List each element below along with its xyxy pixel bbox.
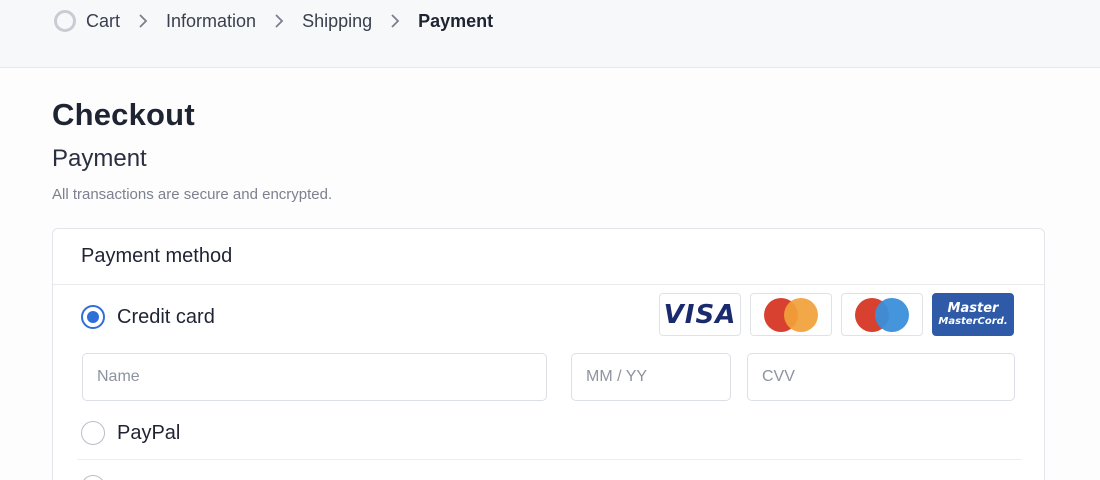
top-bar: Cart Information Shipping Payment [0, 0, 1100, 68]
cvv-field[interactable] [747, 353, 1015, 401]
breadcrumb-item-shipping[interactable]: Shipping [302, 11, 372, 32]
chevron-right-icon [138, 14, 148, 28]
maestro-logo [841, 293, 923, 336]
mastercard-circles [764, 297, 818, 332]
chevron-right-icon [390, 14, 400, 28]
page-title: Checkout [52, 97, 195, 132]
credit-card-option[interactable]: Credit card [81, 305, 215, 329]
next-payment-option[interactable] [81, 475, 105, 480]
mastercard-logo [750, 293, 832, 336]
maestro-blue-circle [875, 297, 909, 332]
breadcrumb-item-payment: Payment [418, 10, 494, 31]
name-field[interactable] [82, 353, 547, 401]
maestro-circles [855, 297, 909, 332]
security-note: All transactions are secure and encrypte… [52, 186, 333, 203]
brand-line-2: MasterCord. [938, 315, 1008, 327]
section-title: Payment [52, 145, 147, 172]
breadcrumb-item-cart[interactable]: Cart [86, 11, 120, 32]
option-divider [77, 459, 1022, 460]
paypal-option[interactable]: PayPal [81, 421, 180, 445]
paypal-radio[interactable] [81, 421, 105, 445]
credit-card-label[interactable]: Credit card [117, 306, 215, 329]
mastercard-wordmark-logo: Master MasterCord. [932, 293, 1014, 336]
logo-icon [54, 10, 76, 32]
paypal-label[interactable]: PayPal [117, 422, 180, 445]
breadcrumb: Cart Information Shipping Payment [54, 8, 493, 34]
payment-method-header: Payment method [53, 229, 1044, 285]
expiry-field[interactable] [571, 353, 731, 401]
card-brands: VISA Master MasterCord. [659, 293, 1014, 336]
next-option-radio[interactable] [81, 475, 105, 480]
credit-card-radio[interactable] [81, 305, 105, 329]
visa-logo: VISA [659, 293, 741, 336]
brand-line-1: Master [947, 300, 999, 316]
chevron-right-icon [274, 14, 284, 28]
payment-method-card: Payment method Credit card VISA Master M… [52, 228, 1045, 480]
visa-wordmark: VISA [663, 299, 737, 330]
breadcrumb-item-information[interactable]: Information [166, 11, 256, 32]
mastercard-orange-circle [784, 297, 818, 332]
